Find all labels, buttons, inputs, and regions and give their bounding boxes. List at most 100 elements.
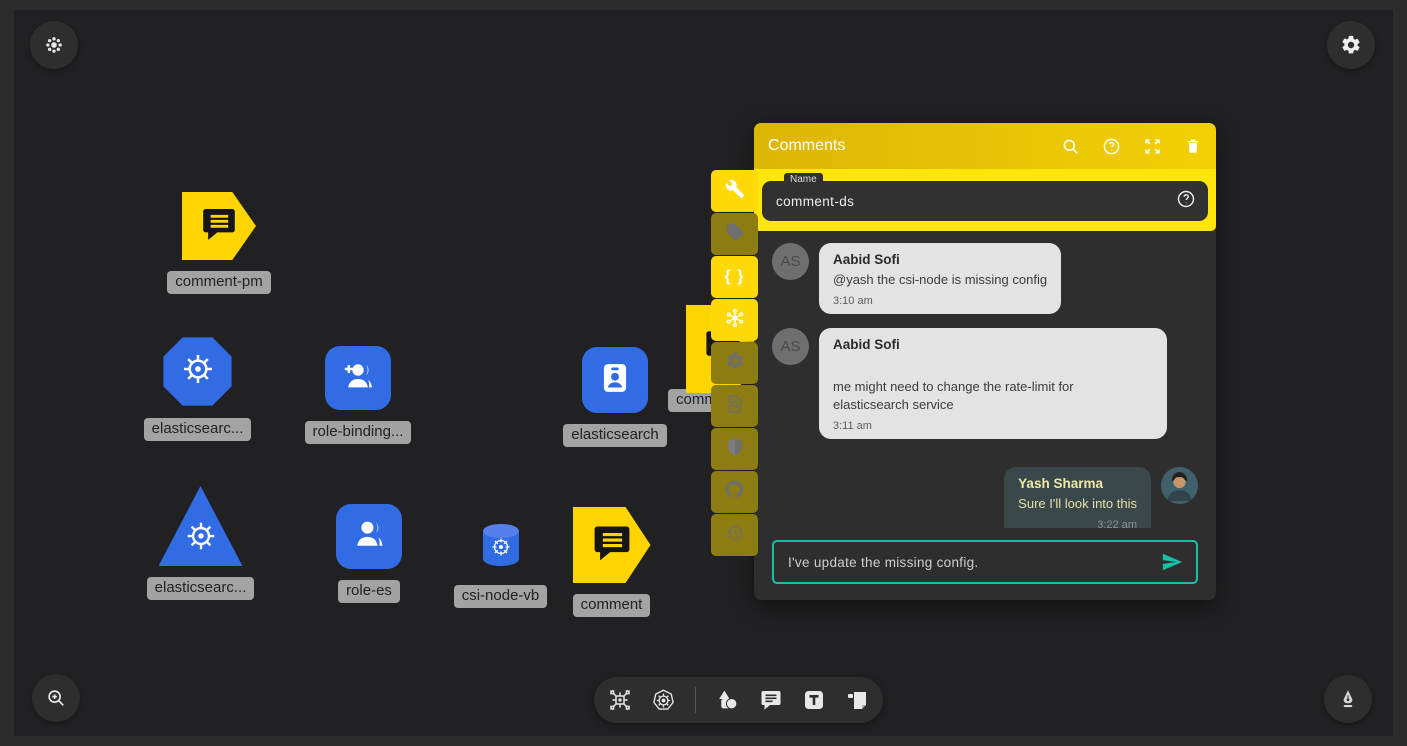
message-author: Aabid Sofi [833, 337, 1153, 352]
role-binding-node-shape [325, 346, 391, 410]
node-elasticsearch[interactable]: elasticsearch [565, 347, 665, 447]
comment-message: AS Aabid Sofi me might need to change th… [772, 328, 1198, 439]
settings-gear-icon [1340, 34, 1362, 56]
design-canvas[interactable]: comment-pm elasticsearc... role-binding.… [14, 10, 1393, 736]
github-icon [724, 479, 745, 505]
comment-thread[interactable]: AS Aabid Sofi @yash the csi-node is miss… [754, 231, 1216, 528]
avatar: AS [772, 243, 809, 280]
inspect-tool-button[interactable] [711, 385, 758, 427]
kubernetes-icon[interactable] [651, 688, 676, 713]
message-bubble: Aabid Sofi me might need to change the r… [819, 328, 1167, 439]
doc-search-icon [725, 394, 745, 419]
meshery-logo-icon [44, 35, 64, 55]
zoom-button[interactable] [32, 674, 80, 722]
shield-icon [725, 437, 745, 462]
node-comment[interactable]: comment [559, 507, 664, 617]
history-icon [725, 523, 745, 548]
message-bubble: Yash Sharma Sure I'll look into this 3:2… [1004, 467, 1151, 528]
mesh-hub-icon [724, 307, 746, 334]
wrench-icon [725, 179, 745, 204]
history-tool-button[interactable] [711, 514, 758, 556]
kubernetes-node-shape [162, 336, 233, 407]
node-name-section: Name [754, 169, 1216, 231]
comment-node-shape [182, 192, 256, 260]
settings-button[interactable] [1327, 21, 1375, 69]
node-role-binding[interactable]: role-binding... [303, 346, 413, 444]
node-label: role-binding... [305, 421, 412, 444]
expand-icon[interactable] [1143, 137, 1162, 156]
avatar-photo [1161, 467, 1198, 504]
tag-icon [725, 222, 745, 247]
note-tool-icon[interactable] [845, 688, 869, 712]
toolbar-divider [695, 687, 696, 713]
pen-tool-button[interactable] [1324, 675, 1372, 723]
search-icon[interactable] [1061, 137, 1080, 156]
role-node-shape [336, 504, 402, 569]
node-action-toolbar: { } [711, 170, 758, 557]
text-tool-icon[interactable] [802, 688, 826, 712]
node-role-es[interactable]: role-es [319, 504, 419, 603]
settings-tool-button[interactable] [711, 342, 758, 384]
node-comment-pm[interactable]: comment-pm [164, 192, 274, 294]
node-label: elasticsearch [563, 424, 667, 447]
name-field-label: Name [784, 173, 823, 186]
mesh-tool-button[interactable] [711, 299, 758, 341]
node-label: csi-node-vb [454, 585, 548, 608]
message-time: 3:22 am [1018, 519, 1137, 528]
comment-message: Yash Sharma Sure I'll look into this 3:2… [772, 467, 1198, 528]
volume-cylinder-node-shape [479, 523, 523, 571]
json-tool-button[interactable]: { } [711, 256, 758, 298]
name-input[interactable] [774, 193, 1176, 210]
message-text: me might need to change the rate-limit f… [833, 378, 1153, 414]
comment-message: AS Aabid Sofi @yash the csi-node is miss… [772, 243, 1198, 314]
gear-icon [725, 351, 745, 376]
pen-nib-icon [1337, 688, 1359, 710]
user-plus-icon [338, 357, 378, 400]
message-author: Aabid Sofi [833, 252, 1047, 267]
message-bubble: Aabid Sofi @yash the csi-node is missing… [819, 243, 1061, 314]
kubernetes-wheel-icon [480, 522, 522, 573]
help-icon[interactable] [1102, 137, 1121, 156]
message-time: 3:10 am [833, 295, 1047, 307]
message-text: Sure I'll look into this [1018, 495, 1137, 513]
comment-tool-icon[interactable] [759, 688, 783, 712]
node-label: elasticsearc... [147, 577, 255, 600]
shapes-icon[interactable] [715, 688, 740, 713]
braces-icon: { } [725, 268, 745, 286]
id-badge-icon [596, 359, 634, 402]
app-logo-button[interactable] [30, 21, 78, 69]
node-label: role-es [338, 580, 400, 603]
send-icon[interactable] [1160, 551, 1184, 573]
node-label: comment-pm [167, 271, 271, 294]
speech-bubble-icon [198, 204, 240, 249]
security-tool-button[interactable] [711, 428, 758, 470]
comments-panel-header[interactable]: Comments [754, 123, 1216, 169]
components-icon[interactable] [608, 688, 632, 712]
avatar: AS [772, 328, 809, 365]
node-elasticsearch-octagon[interactable]: elasticsearc... [145, 336, 250, 441]
configure-tool-button[interactable] [711, 170, 758, 212]
kubernetes-wheel-icon [178, 349, 218, 394]
user-icon [349, 515, 389, 558]
github-tool-button[interactable] [711, 471, 758, 513]
help-icon[interactable] [1176, 189, 1196, 214]
comment-node-shape [573, 507, 651, 583]
service-account-node-shape [582, 347, 648, 413]
message-time: 3:11 am [833, 420, 1153, 432]
kubernetes-wheel-icon [182, 493, 220, 560]
speech-bubble-icon [589, 521, 635, 570]
node-elasticsearch-triangle[interactable]: elasticsearc... [148, 486, 253, 600]
kubernetes-triangle-node-shape [159, 486, 243, 566]
node-label: elasticsearc... [144, 418, 252, 441]
comment-input[interactable] [786, 554, 1152, 571]
trash-icon[interactable] [1184, 137, 1202, 155]
node-csi-node-vb[interactable]: csi-node-vb [448, 523, 553, 608]
comment-input-row [754, 528, 1216, 600]
comments-panel: Comments Name AS Aabid Sofi @yash the cs… [754, 123, 1216, 600]
comment-input-wrap[interactable] [772, 540, 1198, 584]
node-label: comment [573, 594, 651, 617]
zoom-in-icon [45, 687, 67, 709]
tag-tool-button[interactable] [711, 213, 758, 255]
panel-title: Comments [768, 137, 1061, 155]
name-field[interactable]: Name [762, 181, 1208, 221]
